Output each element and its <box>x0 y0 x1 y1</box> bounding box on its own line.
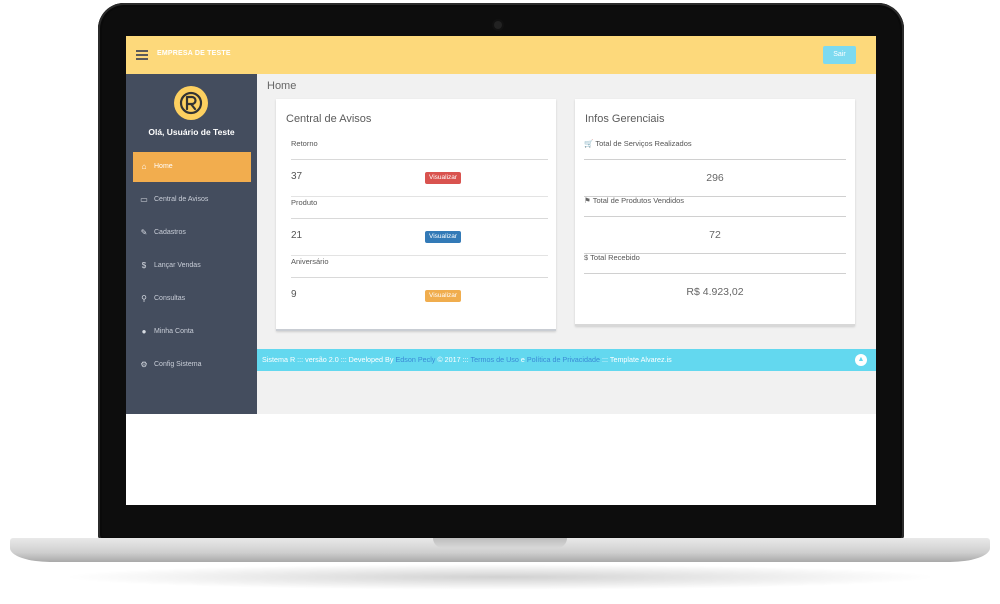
scroll-top-icon[interactable]: ▲ <box>855 354 867 366</box>
sidebar-item-label: Consultas <box>154 295 186 302</box>
stat-label: $ Total Recebido <box>584 251 846 274</box>
monitor-icon: ▭ <box>140 195 148 204</box>
laptop-notch <box>433 538 567 548</box>
stat-value: 296 <box>584 160 846 197</box>
notice-value-row: 21 Visualizar <box>291 219 548 256</box>
user-icon: ● <box>141 327 147 336</box>
privacy-link[interactable]: Política de Privacidade <box>527 355 600 364</box>
sidebar-item-central-de-avisos[interactable]: ▭ Central de Avisos <box>133 185 251 215</box>
footer-copyright: © 2017 ::: <box>435 355 471 364</box>
view-aniversario-button[interactable]: Visualizar <box>425 290 462 302</box>
stat-row-recebido: $ Total Recebido R$ 4.923,02 <box>584 251 846 310</box>
sidebar-item-home[interactable]: ⌂ Home <box>133 152 251 182</box>
notice-row-aniversario: Aniversário 9 Visualizar <box>291 255 548 314</box>
sidebar-menu: ⌂ Home ▭ Central de Avisos ✎ Cadastros $… <box>133 152 251 383</box>
sidebar-item-label: Minha Conta <box>154 328 194 335</box>
sidebar: Olá, Usuário de Teste ⌂ Home ▭ Central d… <box>126 74 257 414</box>
notice-value-row: 9 Visualizar <box>291 278 548 314</box>
dollar-icon: $ <box>584 253 589 262</box>
sidebar-item-config-sistema[interactable]: ⚙ Config Sistema <box>133 350 251 380</box>
notice-row-produto: Produto 21 Visualizar <box>291 196 548 256</box>
sidebar-item-label: Lançar Vendas <box>154 262 201 269</box>
notice-count: 37 <box>291 171 303 182</box>
stats-card: Infos Gerenciais 🛒 Total de Serviços Real… <box>575 99 855 326</box>
avatar[interactable] <box>174 86 208 120</box>
notice-label: Retorno <box>291 137 548 160</box>
notice-row-retorno: Retorno 37 Visualizar <box>291 137 548 197</box>
notice-count: 21 <box>291 230 303 241</box>
dollar-icon: $ <box>141 261 147 270</box>
notice-count: 9 <box>291 289 297 300</box>
sidebar-item-label: Cadastros <box>154 229 186 236</box>
stats-title: Infos Gerenciais <box>585 113 665 125</box>
notice-value-row: 37 Visualizar <box>291 160 548 197</box>
user-greeting: Olá, Usuário de Teste <box>148 127 235 137</box>
top-bar: EMPRESA DE TESTE Sair <box>126 36 876 75</box>
view-retorno-button[interactable]: Visualizar <box>425 172 462 184</box>
sidebar-item-minha-conta[interactable]: ● Minha Conta <box>133 317 251 347</box>
notice-label: Aniversário <box>291 255 548 278</box>
home-icon: ⌂ <box>141 162 147 171</box>
main-content: Home Central de Avisos Retorno 37 Visual… <box>257 74 876 414</box>
logout-button[interactable]: Sair <box>823 46 856 64</box>
stat-row-servicos: 🛒 Total de Serviços Realizados 296 <box>584 137 846 197</box>
stat-label: ⚑ Total de Produtos Vendidos <box>584 194 846 217</box>
app-screen: EMPRESA DE TESTE Sair Olá, Usuário de Te… <box>126 36 876 505</box>
footer: Sistema R ::: versão 2.0 ::: Developed B… <box>257 349 876 371</box>
notices-title: Central de Avisos <box>286 113 372 125</box>
tag-icon: ⚑ <box>584 196 591 205</box>
sidebar-item-label: Config Sistema <box>154 361 202 368</box>
stat-label-text: Total de Produtos Vendidos <box>592 196 685 205</box>
webcam-icon <box>494 21 502 29</box>
sidebar-item-cadastros[interactable]: ✎ Cadastros <box>133 218 251 248</box>
footer-template: ::: Template Alvarez.is <box>600 355 672 364</box>
sidebar-item-lancar-vendas[interactable]: $ Lançar Vendas <box>133 251 251 281</box>
footer-and: e <box>518 355 527 364</box>
search-icon: ⚲ <box>141 294 147 303</box>
edit-icon: ✎ <box>140 228 148 237</box>
footer-credit: Sistema R ::: versão 2.0 ::: Developed B… <box>262 355 396 364</box>
stat-value: 72 <box>584 217 846 254</box>
sidebar-item-consultas[interactable]: ⚲ Consultas <box>133 284 251 314</box>
sidebar-item-label: Home <box>154 163 173 170</box>
sidebar-item-label: Central de Avisos <box>154 196 209 203</box>
notice-label: Produto <box>291 196 548 219</box>
stat-label: 🛒 Total de Serviços Realizados <box>584 137 846 160</box>
view-produto-button[interactable]: Visualizar <box>425 231 462 243</box>
notices-card: Central de Avisos Retorno 37 Visualizar … <box>276 99 556 331</box>
laptop-shadow <box>60 564 940 590</box>
footer-text: Sistema R ::: versão 2.0 ::: Developed B… <box>262 349 672 371</box>
hamburger-menu-icon[interactable] <box>136 50 148 60</box>
stat-label-text: Total de Serviços Realizados <box>595 139 692 148</box>
stat-row-produtos: ⚑ Total de Produtos Vendidos 72 <box>584 194 846 254</box>
company-name: EMPRESA DE TESTE <box>157 50 231 57</box>
gears-icon: ⚙ <box>140 360 148 369</box>
author-link[interactable]: Edson Pecly <box>395 355 435 364</box>
logo-r-icon <box>179 91 203 115</box>
stat-label-text: Total Recebido <box>590 253 640 262</box>
page-title: Home <box>267 80 297 92</box>
stat-value: R$ 4.923,02 <box>686 286 744 298</box>
terms-link[interactable]: Termos de Uso <box>471 355 519 364</box>
cart-icon: 🛒 <box>584 139 594 148</box>
